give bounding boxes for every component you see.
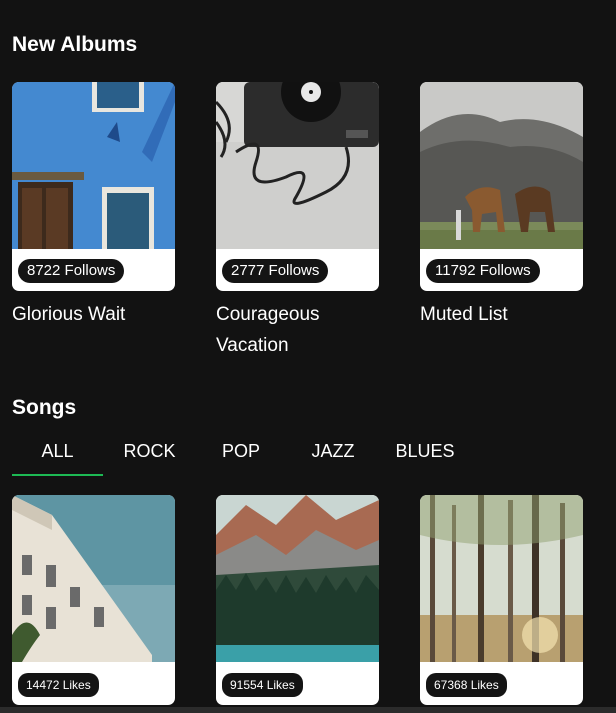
album-cover[interactable]: 11792 Follows (420, 82, 583, 291)
tab-blues[interactable]: BLUES (392, 436, 458, 474)
likes-badge: 14472 Likes (18, 673, 99, 697)
follows-badge: 11792 Follows (426, 259, 540, 283)
song-cover[interactable]: 14472 Likes (12, 495, 175, 705)
album-card[interactable]: 11792 Follows Muted List (420, 82, 583, 330)
likes-badge: 91554 Likes (222, 673, 303, 697)
horizontal-scrollbar[interactable] (0, 707, 616, 713)
album-cover[interactable]: 2777 Follows (216, 82, 379, 291)
new-albums-heading: New Albums (12, 33, 138, 56)
follows-badge: 8722 Follows (18, 259, 125, 283)
song-cover-image (420, 495, 583, 662)
tab-pop[interactable]: POP (212, 436, 270, 474)
album-card[interactable]: 8722 Follows Glorious Wait (12, 82, 175, 330)
song-cover[interactable]: 91554 Likes (216, 495, 379, 705)
song-cover[interactable]: 67368 Likes (420, 495, 583, 705)
follows-badge: 2777 Follows (222, 259, 329, 283)
tab-jazz[interactable]: JAZZ (302, 436, 364, 474)
album-title[interactable]: Glorious Wait (12, 299, 175, 330)
tab-all[interactable]: ALL (12, 436, 103, 476)
genre-tabs: ALL ROCK POP JAZZ BLUES (12, 436, 472, 476)
album-title[interactable]: Muted List (420, 299, 583, 330)
song-card[interactable]: 67368 Likes (420, 495, 583, 705)
album-cover-image (12, 82, 175, 249)
song-cover-image (216, 495, 379, 662)
tab-rock[interactable]: ROCK (112, 436, 187, 474)
song-card[interactable]: 91554 Likes (216, 495, 379, 705)
album-card[interactable]: 2777 Follows Courageous Vacation (216, 82, 379, 361)
songs-heading: Songs (12, 396, 77, 419)
song-card[interactable]: 14472 Likes (12, 495, 175, 705)
likes-badge: 67368 Likes (426, 673, 507, 697)
album-title[interactable]: Courageous Vacation (216, 299, 379, 361)
song-cover-image (12, 495, 175, 662)
album-cover[interactable]: 8722 Follows (12, 82, 175, 291)
album-cover-image (216, 82, 379, 249)
album-cover-image (420, 82, 583, 249)
